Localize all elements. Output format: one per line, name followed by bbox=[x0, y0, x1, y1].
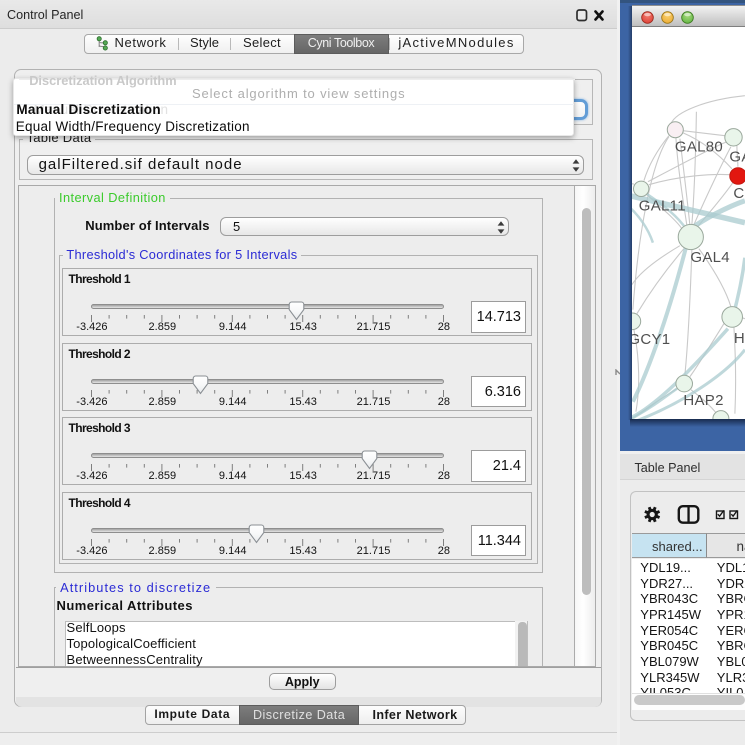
svg-text:C: C bbox=[733, 185, 744, 202]
svg-text:GAL11: GAL11 bbox=[639, 198, 686, 215]
svg-text:GAL4: GAL4 bbox=[690, 249, 730, 266]
svg-text:HA: HA bbox=[734, 330, 745, 347]
svg-text:GCY1: GCY1 bbox=[632, 331, 670, 348]
svg-text:HAP2: HAP2 bbox=[683, 392, 723, 409]
svg-text:GAL80: GAL80 bbox=[675, 139, 723, 156]
svg-text:GA: GA bbox=[729, 149, 744, 166]
